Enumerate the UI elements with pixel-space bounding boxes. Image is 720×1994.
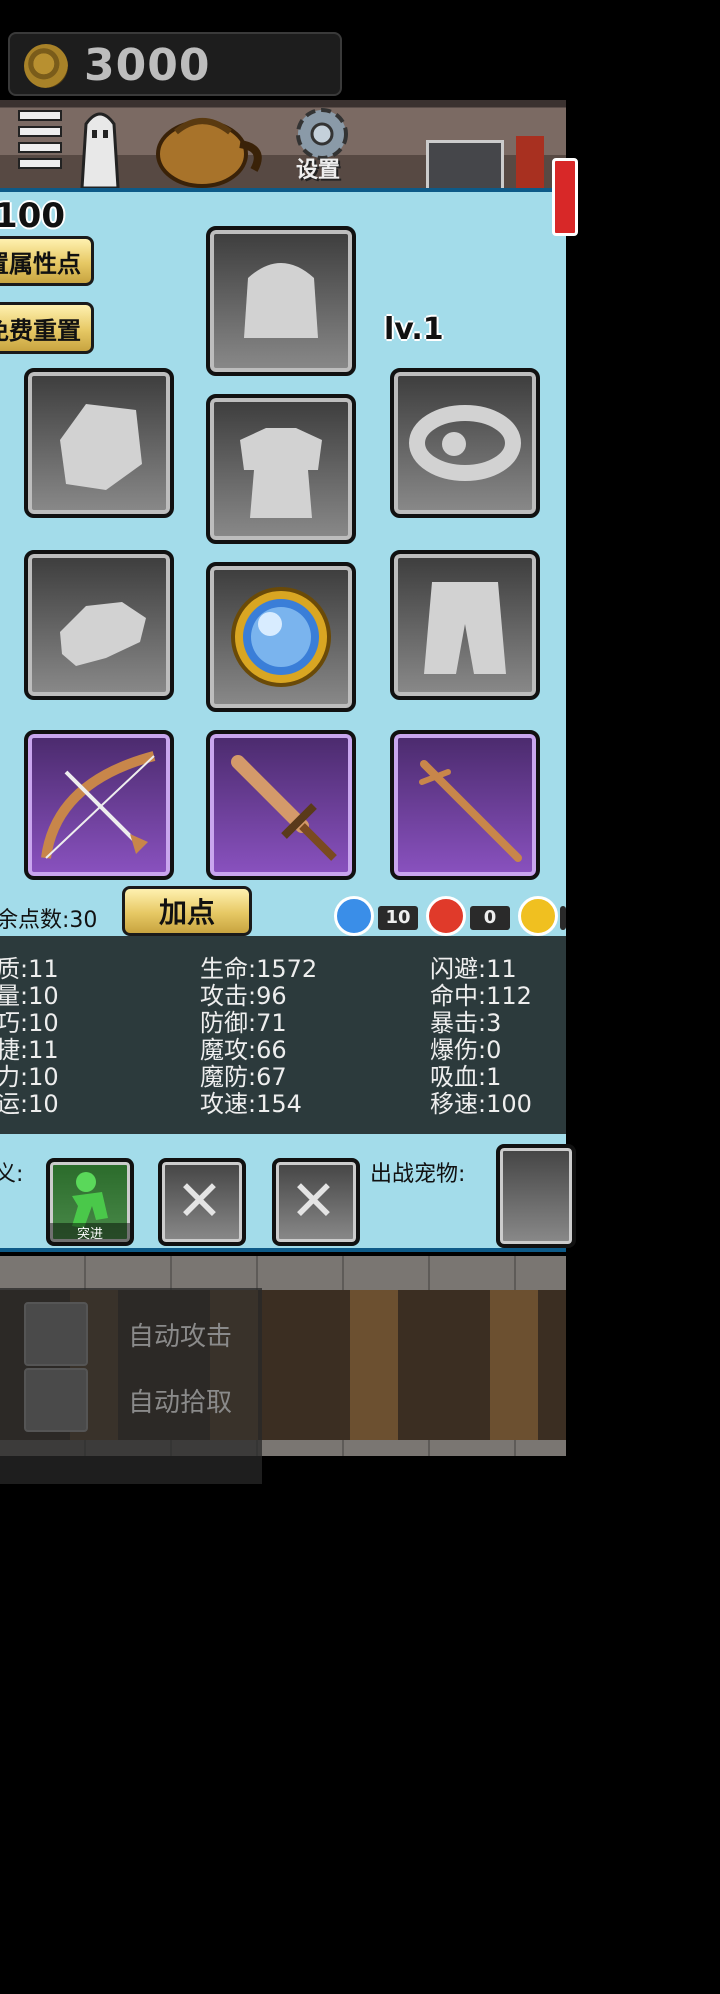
fire-element-icon: [426, 896, 466, 936]
stat-crit: 暴击:3: [430, 1009, 502, 1037]
stat-agility: 捷:11: [0, 1036, 59, 1064]
gloves-placeholder-icon: [60, 602, 146, 666]
helmet-placeholder-icon: [244, 263, 318, 338]
auto-attack-checkbox[interactable]: [24, 1302, 88, 1366]
necklace-placeholder-icon: [409, 405, 521, 481]
stat-crit-damage: 爆伤:0: [430, 1036, 502, 1064]
menu-icon[interactable]: [12, 104, 68, 188]
stat-magic-defense: 魔防:67: [200, 1063, 287, 1091]
empty-slot-icon: ✕: [176, 1169, 223, 1234]
character-level: 100: [0, 196, 65, 236]
equip-slot-sword[interactable]: [206, 730, 356, 880]
add-points-button[interactable]: 加点: [122, 886, 252, 936]
water-element-icon: [334, 896, 374, 936]
skill-badge: 突进: [50, 1223, 130, 1242]
equip-slot-shoulder[interactable]: [24, 368, 174, 518]
blue-orb-icon: [231, 587, 331, 687]
equip-slot-staff[interactable]: [390, 730, 540, 880]
character-icon[interactable]: [76, 104, 124, 190]
bag-icon[interactable]: [150, 104, 270, 188]
reset-attributes-button[interactable]: 置属性点: [0, 236, 94, 286]
skill-slot-3[interactable]: ✕: [272, 1158, 360, 1246]
skill-slot-2[interactable]: ✕: [158, 1158, 246, 1246]
skills-label: 义:: [0, 1162, 24, 1187]
equip-slot-helmet[interactable]: [206, 226, 356, 376]
equip-slot-gloves[interactable]: [24, 550, 174, 700]
auto-pickup-label[interactable]: 自动拾取: [128, 1382, 232, 1419]
stat-move-speed: 移速:100: [430, 1090, 532, 1118]
stat-dexterity: 巧:10: [0, 1009, 59, 1037]
equipment-level: lv.1: [384, 312, 444, 347]
equip-slot-necklace[interactable]: [390, 368, 540, 518]
stat-magic-attack: 魔攻:66: [200, 1036, 287, 1064]
stats-column-secondary: 闪避:11 命中:112 暴击:3 爆伤:0 吸血:1 移速:100: [430, 956, 532, 1118]
wooden-bow-icon: [41, 751, 156, 859]
stat-hit: 命中:112: [430, 982, 532, 1010]
stat-dodge: 闪避:11: [430, 955, 517, 983]
stats-column-main: 生命:1572 攻击:96 防御:71 魔攻:66 魔防:67 攻速:154: [200, 956, 317, 1118]
auto-attack-label[interactable]: 自动攻击: [128, 1316, 232, 1353]
stat-constitution: 质:11: [0, 955, 59, 983]
equip-slot-pants[interactable]: [390, 550, 540, 700]
pet-label: 出战宠物:: [370, 1162, 466, 1187]
free-reset-button[interactable]: 免费重置: [0, 302, 94, 354]
shoulder-placeholder-icon: [60, 404, 142, 490]
stat-attack: 攻击:96: [200, 982, 287, 1010]
coin-icon: [24, 44, 68, 88]
armor-placeholder-icon: [240, 428, 322, 518]
lightning-element-icon: [518, 896, 558, 936]
stats-column-base: 质:11 量:10 巧:10 捷:11 力:10 运:10: [0, 956, 59, 1118]
flag-decoration: [516, 136, 544, 188]
wooden-sword-icon: [231, 755, 337, 861]
stat-hp: 生命:1572: [200, 955, 318, 983]
water-element-value: 10: [378, 906, 418, 930]
pet-slot[interactable]: [496, 1144, 576, 1248]
equip-slot-armor[interactable]: [206, 394, 356, 544]
wooden-staff-icon: [419, 760, 522, 862]
remaining-points: 余点数:30: [0, 908, 98, 933]
close-tab[interactable]: [552, 158, 578, 236]
equip-slot-bow[interactable]: [24, 730, 174, 880]
fire-element-value: 0: [470, 906, 510, 930]
stat-luck: 运:10: [0, 1090, 59, 1118]
lightning-element-value: [560, 906, 566, 930]
pants-placeholder-icon: [424, 582, 506, 674]
settings-label[interactable]: 设置: [296, 152, 340, 184]
stat-intelligence: 力:10: [0, 1063, 59, 1091]
stat-strength: 量:10: [0, 982, 59, 1010]
stat-lifesteal: 吸血:1: [430, 1063, 502, 1091]
auto-pickup-checkbox[interactable]: [24, 1368, 88, 1432]
equip-slot-orb[interactable]: [206, 562, 356, 712]
coin-count: 3000: [84, 40, 211, 91]
skill-slot-1[interactable]: 突进: [46, 1158, 134, 1246]
stat-defense: 防御:71: [200, 1009, 287, 1037]
stat-attack-speed: 攻速:154: [200, 1090, 302, 1118]
empty-slot-icon: ✕: [290, 1169, 337, 1234]
